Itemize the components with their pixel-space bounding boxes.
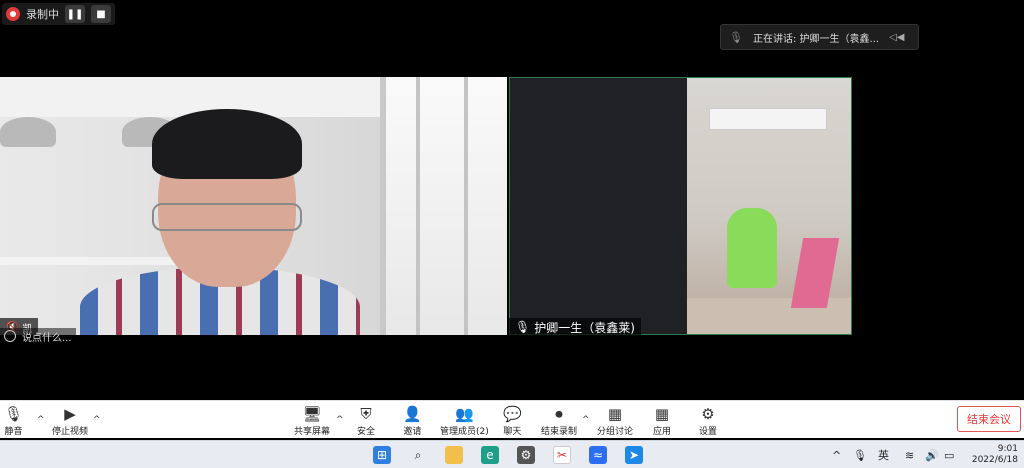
folder-icon[interactable] — [445, 446, 463, 464]
clock-time: 9:01 — [997, 444, 1018, 454]
record-stop-icon: ⏺ — [555, 405, 563, 423]
chat-label: 聊天 — [503, 427, 522, 437]
speaking-indicator: 🎙 正在讲话: 护卿一生（袁鑫... ◁◀ — [720, 24, 919, 50]
system-clock[interactable]: 9:01 2022/6/18 — [962, 444, 1018, 466]
security-label: 安全 — [357, 427, 376, 437]
windows-taskbar: ⊞ ⌕ e ⚙ ✂ ≈ ➤ ^ 🎙 英 ≋ 🔊 ▭ 9:01 2022/6/18 — [0, 440, 1024, 468]
share-screen-icon: 🖥 — [302, 405, 322, 423]
snipping-tool-icon[interactable]: ✂ — [553, 446, 571, 464]
chevron-up-icon[interactable]: ^ — [336, 415, 344, 425]
chat-placeholder: 说点什么... — [22, 332, 72, 344]
manage-members-button[interactable]: 👥 管理成员(2) — [440, 406, 489, 437]
name-tag-2: 🎙 护卿一生（袁鑫莱) — [509, 318, 641, 336]
settings-label: 设置 — [699, 427, 718, 437]
mic-icon: 🎙 — [515, 320, 531, 334]
end-recording-label: 结束录制 — [541, 427, 578, 437]
battery-icon[interactable]: ▭ — [944, 441, 954, 468]
settings-app-icon[interactable]: ⚙ — [517, 446, 535, 464]
breakout-icon: ▦ — [607, 405, 623, 423]
invite-button[interactable]: 👤 邀请 — [403, 406, 422, 437]
stop-recording-button[interactable]: ■ — [91, 5, 111, 23]
recording-label: 录制中 — [26, 8, 59, 21]
chevron-up-icon[interactable]: ^ — [93, 415, 101, 425]
security-button[interactable]: ⛨ 安全 — [357, 406, 375, 437]
window — [380, 77, 507, 335]
volume-icon[interactable]: 🔊 — [925, 441, 939, 468]
chevron-up-icon[interactable]: ^ — [37, 415, 45, 425]
meeting-toolbar: 🎙 静音 ^ ▶ 停止视频 ^ 🖥 共享屏幕 ^ ⛨ 安全 👤 邀请 👥 管理成… — [0, 400, 1024, 438]
air-vent — [709, 108, 827, 130]
tray-mic-icon[interactable]: 🎙 — [853, 441, 867, 468]
shield-icon: ⛨ — [360, 405, 372, 423]
clock-date: 2022/6/18 — [971, 455, 1018, 465]
members-icon: 👥 — [455, 405, 474, 423]
participant-name: 护卿一生（袁鑫莱) — [534, 320, 635, 335]
meeting-window: 录制中 ❚❚ ■ 🎙 正在讲话: 护卿一生（袁鑫... ◁◀ 🔇 🎙 护卿一生（… — [0, 0, 1024, 468]
chevron-up-icon[interactable]: ^ — [582, 415, 590, 425]
apps-button[interactable]: ▦ 应用 — [653, 406, 671, 437]
mic-icon: 🎙 — [4, 405, 24, 423]
share-screen-button[interactable]: 🖥 共享屏幕 — [294, 406, 330, 437]
recording-dot-icon — [6, 7, 20, 21]
pause-recording-button[interactable]: ❚❚ — [65, 5, 85, 23]
glasses — [152, 203, 302, 231]
meeting-app-icon[interactable]: ≈ — [589, 446, 607, 464]
share-screen-label: 共享屏幕 — [294, 427, 331, 437]
stop-video-button[interactable]: ▶ 停止视频 — [52, 406, 88, 437]
manage-members-label: 管理成员(2) — [440, 427, 489, 437]
end-recording-button[interactable]: ⏺ 结束录制 — [541, 406, 577, 437]
windows-start-icon[interactable]: ⊞ — [373, 446, 391, 464]
recording-indicator: 录制中 ❚❚ ■ — [2, 3, 115, 25]
apps-grid-icon: ▦ — [654, 405, 670, 423]
person — [727, 208, 777, 288]
apps-label: 应用 — [653, 427, 672, 437]
speaking-text: 正在讲话: 护卿一生（袁鑫... — [752, 33, 880, 45]
video-tile-2[interactable] — [509, 77, 852, 335]
video-camera-icon: ▶ — [64, 405, 76, 423]
wifi-icon[interactable]: ≋ — [905, 441, 914, 468]
settings-button[interactable]: ⚙ 设置 — [699, 406, 717, 437]
search-icon[interactable]: ⌕ — [409, 446, 427, 464]
stop-video-label: 停止视频 — [52, 427, 89, 437]
breakout-label: 分组讨论 — [597, 427, 634, 437]
chat-icon: 💬 — [503, 405, 522, 423]
lamp-icon — [0, 117, 56, 147]
pause-icon: ❚❚ — [66, 8, 84, 20]
edge-browser-icon[interactable]: e — [481, 446, 499, 464]
chat-button[interactable]: 💬 聊天 — [503, 406, 522, 437]
feishu-app-icon[interactable]: ➤ — [625, 446, 643, 464]
mute-label: 静音 — [4, 427, 23, 437]
mic-icon: 🎙 — [729, 30, 743, 44]
gear-icon: ⚙ — [701, 405, 715, 423]
mute-button[interactable]: 🎙 静音 — [4, 406, 23, 437]
end-meeting-button[interactable]: 结束会议 — [957, 406, 1021, 432]
stop-icon: ■ — [96, 8, 106, 20]
ime-indicator[interactable]: 英 — [878, 441, 889, 468]
breakout-button[interactable]: ▦ 分组讨论 — [597, 406, 633, 437]
speaking-wave-icon: ◁◀ — [889, 31, 905, 43]
invite-label: 邀请 — [403, 427, 422, 437]
emoji-icon[interactable] — [4, 330, 16, 342]
hair — [152, 109, 302, 179]
quick-chat[interactable]: 说点什么... — [0, 328, 76, 344]
tray-chevron-up-icon[interactable]: ^ — [832, 441, 841, 468]
add-user-icon: 👤 — [403, 405, 422, 423]
participant-video — [80, 109, 360, 335]
video-tile-1[interactable] — [0, 77, 507, 335]
participant-video — [687, 78, 851, 334]
